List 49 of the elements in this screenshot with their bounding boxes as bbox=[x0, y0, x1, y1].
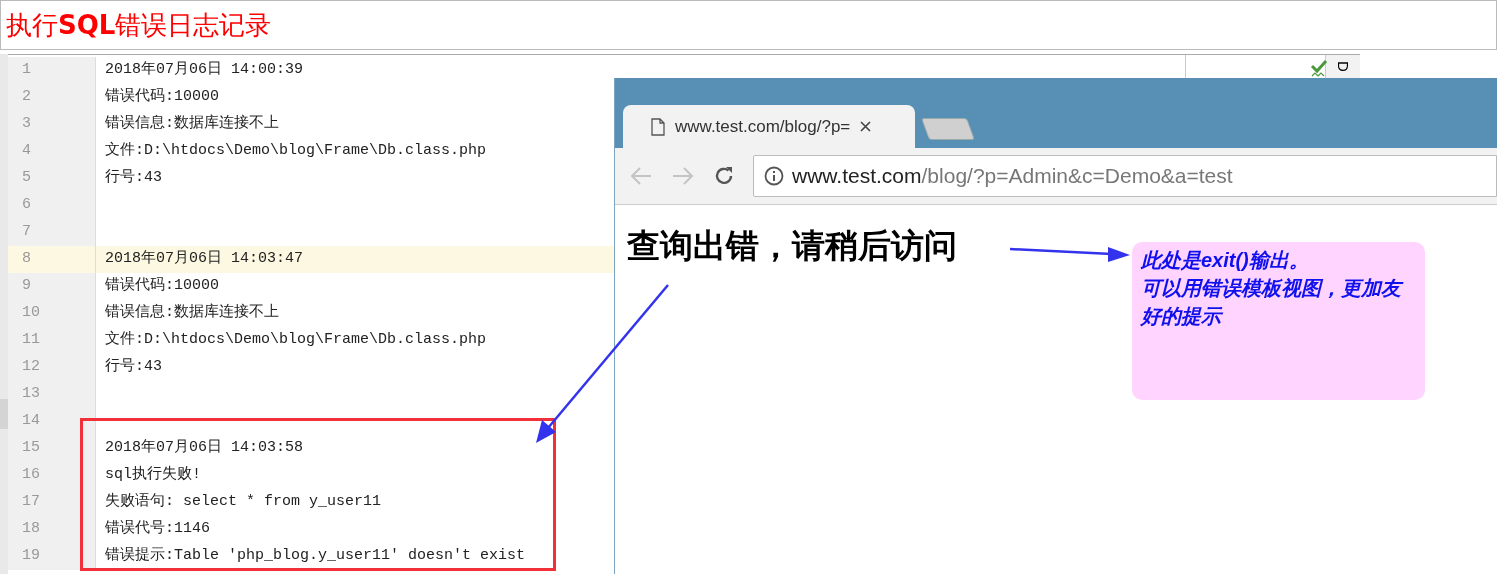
line-number: 18 bbox=[22, 519, 40, 540]
browser-tab[interactable]: www.test.com/blog/?p= bbox=[623, 105, 915, 148]
line-number: 11 bbox=[22, 330, 40, 351]
close-icon[interactable] bbox=[860, 121, 872, 132]
code-text: 行号:43 bbox=[105, 168, 162, 189]
line-number: 1 bbox=[22, 60, 31, 81]
line-number: 4 bbox=[22, 141, 31, 162]
code-text: sql执行失败! bbox=[105, 464, 201, 486]
address-bar[interactable]: www.test.com/blog/?p=Admin&c=Demo&a=test bbox=[753, 155, 1497, 197]
code-text: 错误代码:10000 bbox=[105, 276, 219, 297]
page-title: 执行SQL错误日志记录 bbox=[6, 8, 272, 42]
tab-title: www.test.com/blog/?p= bbox=[675, 115, 851, 138]
document-icon bbox=[651, 117, 665, 136]
info-icon bbox=[764, 166, 784, 186]
code-text: 错误代码:10000 bbox=[105, 87, 219, 108]
url-text: www.test.com/blog/?p=Admin&c=Demo&a=test bbox=[792, 163, 1233, 190]
line-number: 14 bbox=[22, 411, 40, 432]
note-text: 此处是exit()输出。 bbox=[1141, 248, 1310, 273]
code-text: 行号:43 bbox=[105, 357, 162, 378]
line-number: 19 bbox=[22, 546, 40, 567]
line-number: 9 bbox=[22, 276, 31, 297]
line-number: 5 bbox=[22, 168, 31, 189]
code-text: 错误代号:1146 bbox=[105, 519, 210, 540]
code-text: 失败语句: select * from y_user11 bbox=[105, 491, 382, 513]
line-number: 3 bbox=[22, 114, 31, 135]
check-icon bbox=[1310, 59, 1328, 79]
code-text: 错误信息:数据库连接不上 bbox=[105, 302, 279, 324]
code-text: 2018年07月06日 14:03:47 bbox=[105, 249, 304, 270]
code-text: 2018年07月06日 14:00:39 bbox=[105, 60, 304, 81]
line-number: 10 bbox=[22, 303, 40, 324]
new-tab-button[interactable] bbox=[921, 118, 975, 140]
side-panel-tab[interactable]: D bbox=[1325, 55, 1360, 78]
code-text: 文件:D:\htdocs\Demo\blog\Frame\Db.class.php bbox=[105, 140, 487, 162]
note-text: 可以用错误模板视图，更加友好的提示 bbox=[1141, 274, 1416, 330]
page-heading: 查询出错，请稍后访问 bbox=[627, 227, 957, 264]
line-number: 2 bbox=[22, 87, 31, 108]
code-text: 错误信息:数据库连接不上 bbox=[105, 113, 279, 135]
line-number: 12 bbox=[22, 357, 40, 378]
code-text: 错误提示:Table 'php_blog.y_user11' doesn't exist bbox=[105, 546, 526, 567]
line-number: 15 bbox=[22, 438, 40, 459]
line-number: 6 bbox=[22, 195, 31, 216]
line-number: 8 bbox=[22, 249, 31, 270]
code-text: 文件:D:\htdocs\Demo\blog\Frame\Db.class.php bbox=[105, 329, 487, 351]
line-number: 16 bbox=[22, 465, 40, 486]
line-number: 7 bbox=[22, 222, 31, 243]
reload-icon[interactable] bbox=[713, 165, 735, 187]
code-text: 2018年07月06日 14:03:58 bbox=[105, 438, 304, 459]
line-number: 13 bbox=[22, 384, 40, 405]
line-number: 17 bbox=[22, 492, 40, 513]
